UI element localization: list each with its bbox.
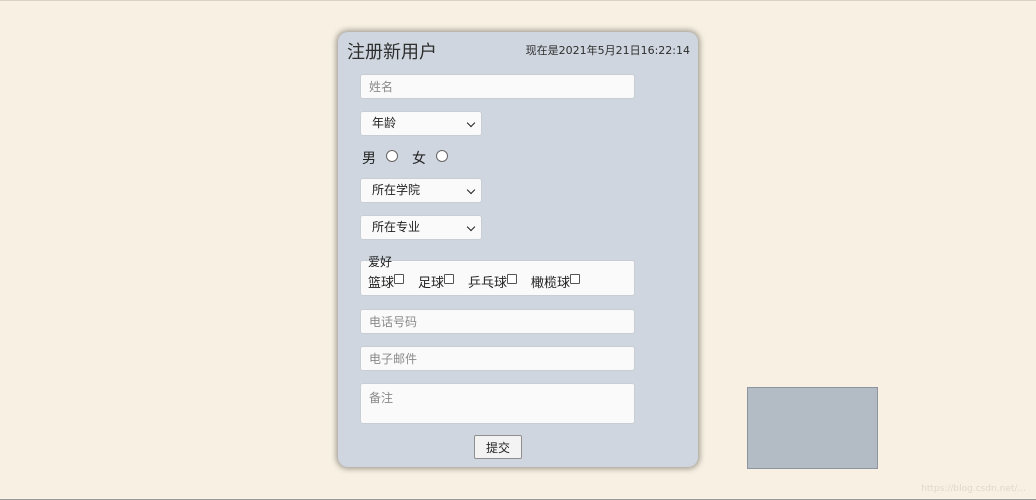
page: { "form": { "title": "注册新用户", "time_pref… — [0, 0, 1036, 500]
hobby-option: 橄榄球 — [531, 272, 581, 291]
form-title: 注册新用户 — [347, 42, 437, 63]
hobby-label: 篮球 — [368, 276, 395, 291]
hobby-label: 乒乓球 — [468, 276, 508, 291]
name-input[interactable] — [360, 74, 635, 99]
age-select-value: 年龄 — [372, 116, 397, 130]
gender-female-label: 女 — [412, 151, 426, 167]
current-time: 现在是2021年5月21日16:22:14 — [526, 42, 690, 58]
hobby-options: 篮球 足球 乒乓球 橄榄球 — [368, 272, 594, 291]
email-input[interactable] — [360, 346, 635, 371]
current-time-prefix: 现在是 — [525, 44, 559, 57]
hobby-legend: 爱好 — [368, 255, 393, 269]
gender-male-label: 男 — [362, 151, 376, 167]
phone-input[interactable] — [360, 309, 635, 334]
hobby-football-checkbox[interactable] — [444, 274, 455, 284]
chevron-down-icon — [466, 185, 476, 195]
gender-female-radio[interactable] — [436, 150, 448, 162]
hobby-option: 乒乓球 — [468, 272, 518, 291]
hobby-label: 橄榄球 — [531, 276, 571, 291]
hobby-option: 篮球 — [368, 272, 405, 291]
hobby-rugby-checkbox[interactable] — [570, 274, 581, 284]
hobby-label: 足球 — [418, 276, 445, 291]
hobby-pingpong-checkbox[interactable] — [507, 274, 518, 284]
gray-panel — [747, 387, 878, 469]
age-select[interactable]: 年龄 — [360, 111, 482, 136]
gender-male-radio[interactable] — [386, 150, 398, 162]
hobby-basketball-checkbox[interactable] — [394, 274, 405, 284]
registration-form: 注册新用户 现在是2021年5月21日16:22:14 年龄 男女 所在学院 所… — [338, 32, 698, 467]
note-textarea[interactable] — [360, 383, 635, 424]
major-select[interactable]: 所在专业 — [360, 215, 482, 240]
watermark: https://blog.csdn.net/... — [921, 484, 1026, 494]
current-time-value: 2021年5月21日16:22:14 — [558, 44, 690, 57]
chevron-down-icon — [466, 118, 476, 128]
college-select[interactable]: 所在学院 — [360, 178, 482, 203]
hobby-option: 足球 — [418, 272, 455, 291]
major-select-value: 所在专业 — [372, 220, 421, 234]
college-select-value: 所在学院 — [372, 183, 421, 197]
chevron-down-icon — [466, 222, 476, 232]
gender-group: 男女 — [362, 148, 462, 168]
submit-button[interactable]: 提交 — [474, 435, 522, 459]
